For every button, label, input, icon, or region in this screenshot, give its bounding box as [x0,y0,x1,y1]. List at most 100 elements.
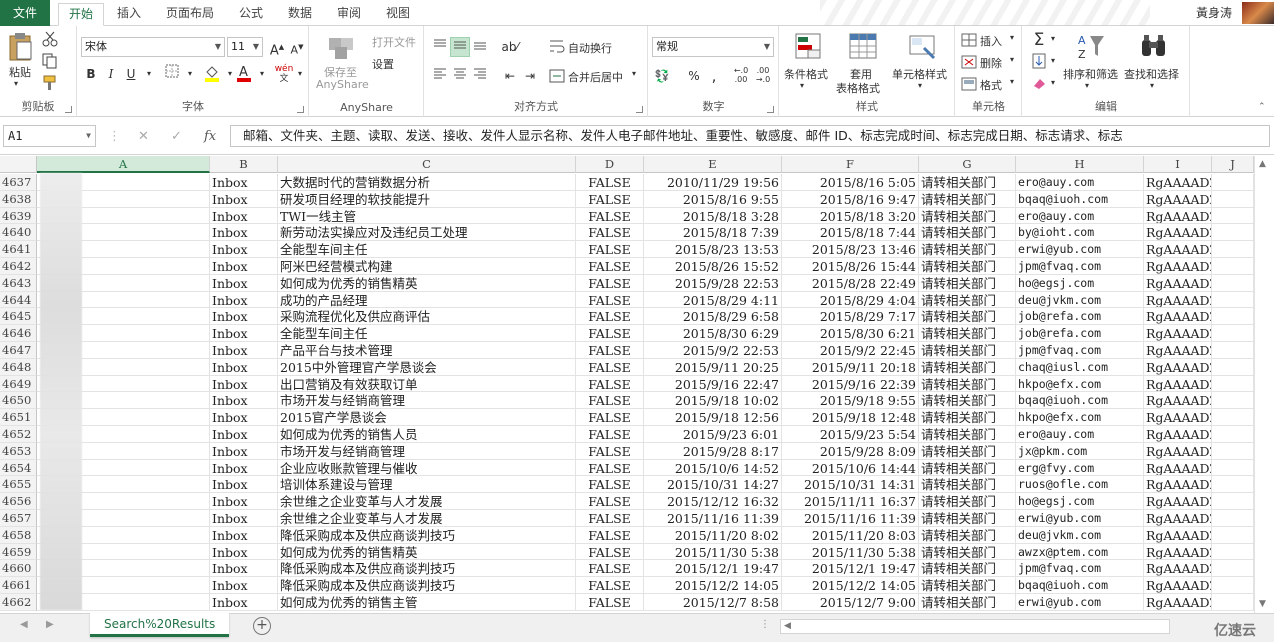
table-cell-f[interactable]: 2015/9/11 20:18 [782,358,919,376]
table-cell-g[interactable]: 请转相关部门 [919,375,1016,393]
table-cell-e[interactable]: 2015/9/23 6:01 [644,426,782,443]
table-cell-i[interactable]: RgAAAADZ937aQx [1144,594,1212,611]
table-cell-d[interactable]: FALSE [576,442,644,460]
decrease-decimal-icon[interactable]: .00 →.0 [753,66,773,86]
paste-dropdown-icon[interactable]: ▾ [14,79,18,88]
table-cell-d[interactable]: FALSE [576,358,644,376]
table-cell-g[interactable]: 请转相关部门 [919,342,1016,359]
table-cell-i[interactable]: RgAAAADZ937aQx [1144,274,1212,292]
table-cell-b[interactable]: Inbox [210,526,278,544]
table-cell-h[interactable]: job@refa.com [1016,308,1144,326]
table-cell-b[interactable]: Inbox [210,392,278,410]
table-cell-g[interactable]: 请转相关部门 [919,493,1016,510]
table-cell-g[interactable]: 请转相关部门 [919,224,1016,242]
table-cell-g[interactable]: 请转相关部门 [919,442,1016,460]
table-cell-j[interactable] [1212,190,1254,208]
table-cell-c[interactable]: 2015中外管理官产学恳谈会 [278,358,576,376]
table-cell-i[interactable]: RgAAAADZ937aQx [1144,560,1212,578]
row-header[interactable]: 4641 [0,241,37,258]
chevron-down-icon[interactable]: ▾ [290,64,310,84]
table-cell-h[interactable]: ero@auy.com [1016,174,1144,191]
insert-cells-icon[interactable] [961,33,977,50]
column-header-b[interactable]: B [210,156,278,173]
table-cell-i[interactable]: RgAAAADZ937aQx [1144,543,1212,561]
table-cell-b[interactable]: Inbox [210,476,278,494]
table-cell-d[interactable]: FALSE [576,493,644,510]
table-cell-j[interactable] [1212,325,1254,342]
table-cell-c[interactable]: 企业应收账款管理与催收 [278,459,576,477]
paste-icon[interactable] [8,32,34,62]
table-cell-h[interactable]: bqaq@iuoh.com [1016,190,1144,208]
find-select-icon[interactable] [1139,32,1169,65]
increase-decimal-icon[interactable]: ←.0.00 [731,66,751,86]
table-cell-i[interactable]: RgAAAADZ937aQx [1144,190,1212,208]
tab-home[interactable]: 开始 [58,3,105,26]
open-file-button[interactable]: 打开文件 [372,34,416,50]
prev-sheet-icon[interactable]: ◀ [20,619,28,630]
table-cell-i[interactable]: RgAAAADZ937aQx [1144,493,1212,510]
table-cell-e[interactable]: 2015/9/16 22:47 [644,375,782,393]
table-cell-b[interactable]: Inbox [210,560,278,578]
table-cell-f[interactable]: 2015/11/30 5:38 [782,543,919,561]
table-cell-i[interactable]: RgAAAADZ937aQx [1144,426,1212,443]
table-cell-i[interactable]: RgAAAADZ937aQx [1144,174,1212,191]
table-cell-h[interactable]: job@refa.com [1016,325,1144,342]
table-cell-f[interactable]: 2015/12/7 9:00 [782,594,919,611]
chevron-down-icon[interactable]: ▾ [1051,78,1055,87]
table-cell-f[interactable]: 2015/11/20 8:03 [782,526,919,544]
orientation-icon[interactable]: ab⁄ [500,37,520,57]
table-cell-e[interactable]: 2015/10/31 14:27 [644,476,782,494]
table-cell-j[interactable] [1212,291,1254,309]
tab-view[interactable]: 视图 [376,3,420,26]
column-header-f[interactable]: F [782,156,919,173]
table-cell-d[interactable]: FALSE [576,274,644,292]
table-cell-g[interactable]: 请转相关部门 [919,241,1016,258]
horizontal-scrollbar[interactable]: ◀ [780,619,1170,634]
clear-icon[interactable] [1032,76,1046,93]
format-cells-icon[interactable] [961,77,977,94]
scroll-down-icon[interactable]: ▼ [1259,599,1266,609]
table-cell-g[interactable]: 请转相关部门 [919,258,1016,275]
table-cell-e[interactable]: 2015/9/18 12:56 [644,409,782,426]
table-cell-b[interactable]: Inbox [210,543,278,561]
table-cell-e[interactable]: 2015/12/7 8:58 [644,594,782,611]
format-cells-button[interactable]: 格式 [980,77,1002,93]
copy-icon[interactable] [42,53,58,72]
table-cell-b[interactable]: Inbox [210,375,278,393]
table-cell-j[interactable] [1212,174,1254,191]
table-cell-b[interactable]: Inbox [210,308,278,326]
tab-review[interactable]: 审阅 [327,3,371,26]
borders-icon[interactable] [162,64,182,84]
table-cell-h[interactable]: ruos@ofle.com [1016,476,1144,494]
sheet-tab-search-results[interactable]: Search%20Results [90,613,230,637]
table-cell-g[interactable]: 请转相关部门 [919,274,1016,292]
table-cell-b[interactable]: Inbox [210,493,278,510]
table-cell-j[interactable] [1212,258,1254,275]
anyshare-settings-button[interactable]: 设置 [372,56,394,72]
column-header-j[interactable]: J [1212,156,1254,173]
table-cell-j[interactable] [1212,342,1254,359]
save-to-anyshare-icon[interactable] [326,32,356,65]
table-cell-d[interactable]: FALSE [576,174,644,191]
table-cell-e[interactable]: 2015/10/6 14:52 [644,459,782,477]
table-cell-i[interactable]: RgAAAADZ937aQx [1144,375,1212,393]
number-launcher-icon[interactable] [767,106,774,113]
table-cell-e[interactable]: 2015/8/29 4:11 [644,291,782,309]
table-cell-g[interactable]: 请转相关部门 [919,174,1016,191]
chevron-down-icon[interactable]: ▾ [1150,81,1154,90]
table-cell-i[interactable]: RgAAAADZ937aQx [1144,459,1212,477]
table-cell-j[interactable] [1212,392,1254,410]
wrap-text-button[interactable]: 自动换行 [568,40,612,56]
table-cell-c[interactable]: TWI一线主管 [278,207,576,225]
scroll-up-icon[interactable]: ▲ [1259,159,1266,169]
table-cell-e[interactable]: 2015/11/16 11:39 [644,510,782,527]
table-cell-d[interactable]: FALSE [576,325,644,342]
merge-center-button[interactable]: 合并后居中 [568,69,623,85]
font-name-select[interactable]: 宋体 ▼ [81,37,225,57]
enter-icon[interactable]: ✓ [171,129,182,144]
align-bottom-icon[interactable] [470,37,490,57]
table-cell-e[interactable]: 2015/8/30 6:29 [644,325,782,342]
table-cell-c[interactable]: 出口营销及有效获取订单 [278,375,576,393]
table-cell-c[interactable]: 研发项目经理的软技能提升 [278,190,576,208]
table-cell-h[interactable]: jpm@fvaq.com [1016,342,1144,359]
